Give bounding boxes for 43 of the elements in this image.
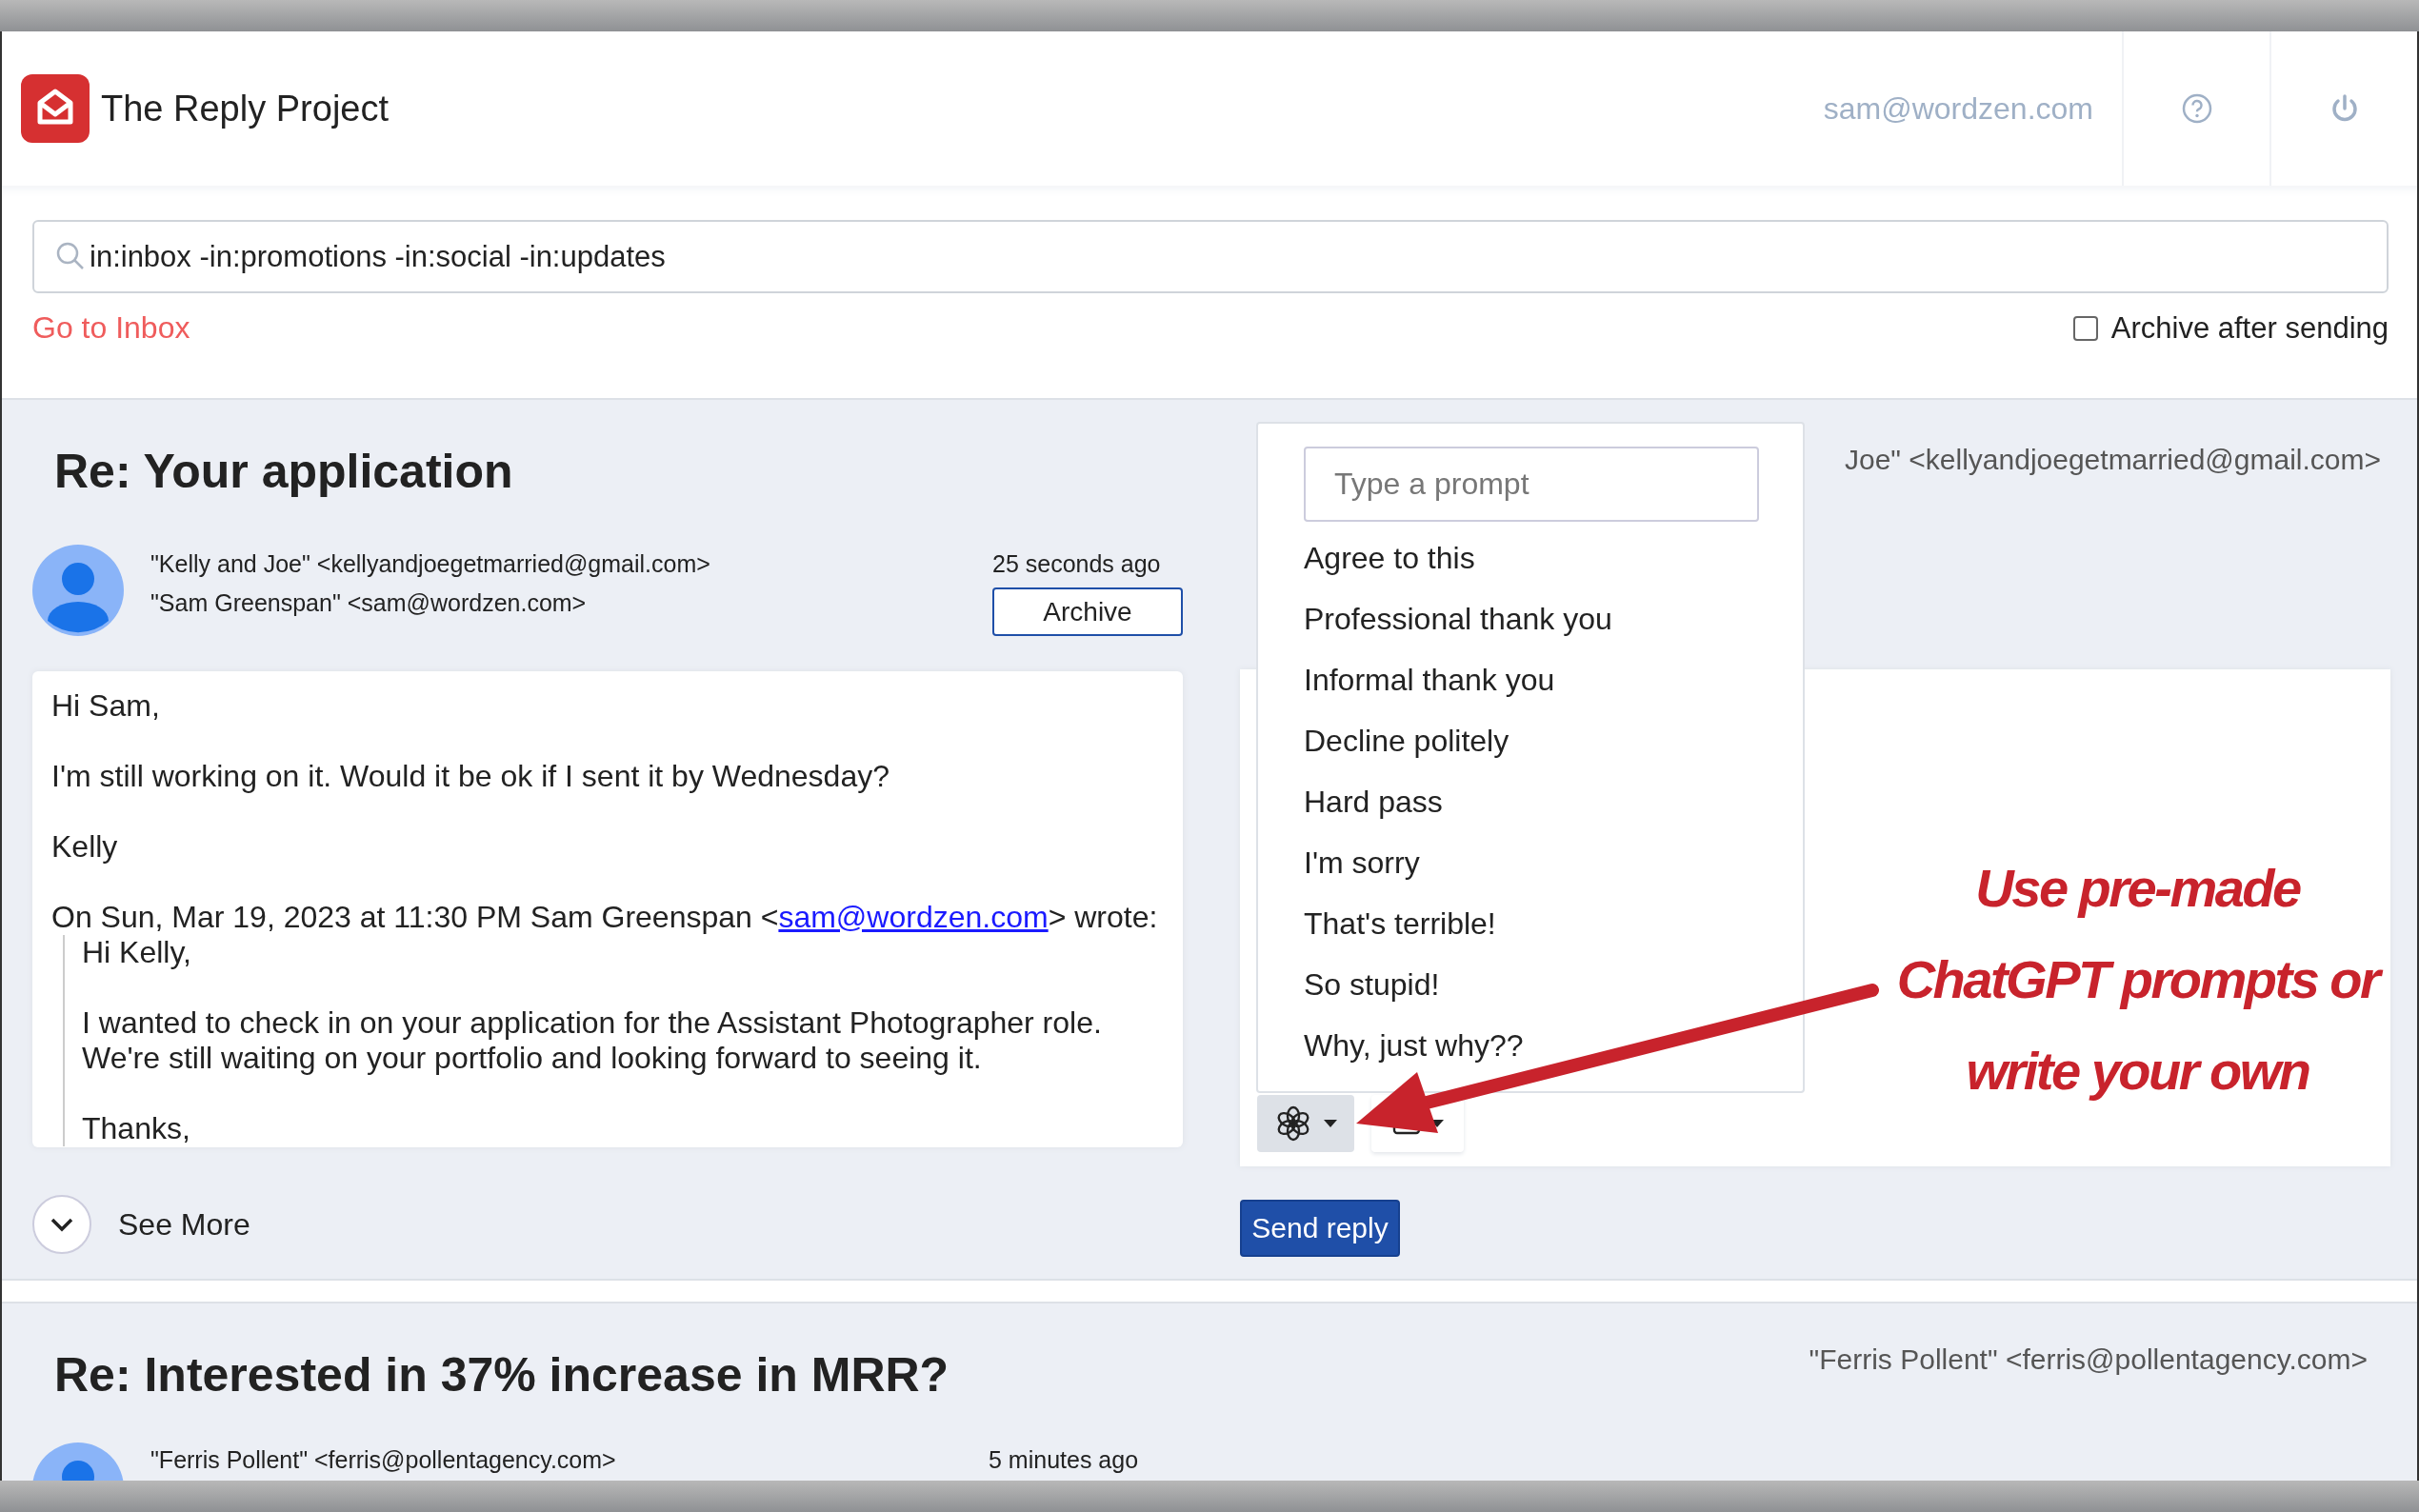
search-field[interactable]: in:inbox -in:promotions -in:social -in:updates	[32, 220, 2389, 293]
body-text: Hi Sam,	[51, 688, 161, 724]
app-title: The Reply Project	[101, 88, 390, 129]
email-subject: Re: Interested in 37% increase in MRR?	[53, 1347, 950, 1403]
sender-address: "Ferris Pollent" <ferris@pollentagency.com>	[150, 1446, 617, 1474]
quote-header: On Sun, Mar 19, 2023 at 11:30 PM Sam Greenspan <sam@wordzen.com> wrote:	[51, 900, 1159, 935]
body-text: I'm still working on it. Would it be ok if I sent it by Wednesday?	[51, 759, 890, 794]
body-text: Kelly	[51, 829, 119, 865]
prompt-item[interactable]: Decline politely	[1304, 710, 1509, 771]
quoted-text: I wanted to check in on your application for the Assistant Photographer role. We're still waiting on your portfolio and looking forward to seeing it.	[82, 1005, 1103, 1076]
checkbox-label: Archive after sending	[2110, 310, 2389, 346]
send-reply-button[interactable]: Send reply	[1240, 1200, 1400, 1257]
chevron-down-icon	[50, 1217, 74, 1232]
prompt-item[interactable]: I'm sorry	[1304, 832, 1420, 893]
prompt-item[interactable]: Agree to this	[1304, 527, 1475, 588]
avatar-icon	[32, 545, 124, 636]
email-link[interactable]: sam@wordzen.com	[778, 900, 1049, 934]
sender-address: "Kelly and Joe" <kellyandjoegetmarried@gmail.com>	[150, 550, 711, 578]
sender-address: "Ferris Pollent" <ferris@pollentagency.com>	[1809, 1343, 2369, 1376]
ai-prompt-button[interactable]	[1257, 1095, 1354, 1152]
help-icon	[2180, 92, 2213, 125]
email-time: 5 minutes ago	[989, 1446, 1139, 1474]
annotation-text: Use pre-made	[1975, 857, 2300, 920]
prompt-item[interactable]: Professional thank you	[1304, 588, 1612, 649]
quoted-text: Hi Kelly,	[82, 935, 192, 970]
prompt-item[interactable]: Hard pass	[1304, 771, 1443, 832]
annotation-text: write your own	[1966, 1040, 2309, 1103]
app-logo-icon	[21, 74, 90, 143]
account-email: sam@wordzen.com	[1823, 90, 2093, 127]
reply-recipient: Joe" <kellyandjoegetmarried@gmail.com>	[1844, 444, 2381, 476]
recipient-address: "Sam Greenspan" <sam@wordzen.com>	[150, 589, 588, 617]
archive-checkbox[interactable]	[2072, 315, 2098, 341]
archive-button[interactable]: Archive	[992, 587, 1183, 636]
email-subject: Re: Your application	[53, 444, 514, 500]
quoted-text: Thanks,	[82, 1111, 191, 1146]
caret-icon	[1324, 1120, 1337, 1127]
prompt-field[interactable]: Type a prompt	[1304, 447, 1759, 522]
see-more-label[interactable]: See More	[118, 1206, 250, 1243]
prompt-item[interactable]: So stupid!	[1304, 954, 1440, 1015]
email-time: 25 seconds ago	[992, 550, 1162, 578]
prompt-item[interactable]: Informal thank you	[1304, 649, 1555, 710]
prompt-item[interactable]: That's terrible!	[1304, 893, 1496, 954]
prompt-item[interactable]: Why, just why??	[1304, 1015, 1524, 1076]
